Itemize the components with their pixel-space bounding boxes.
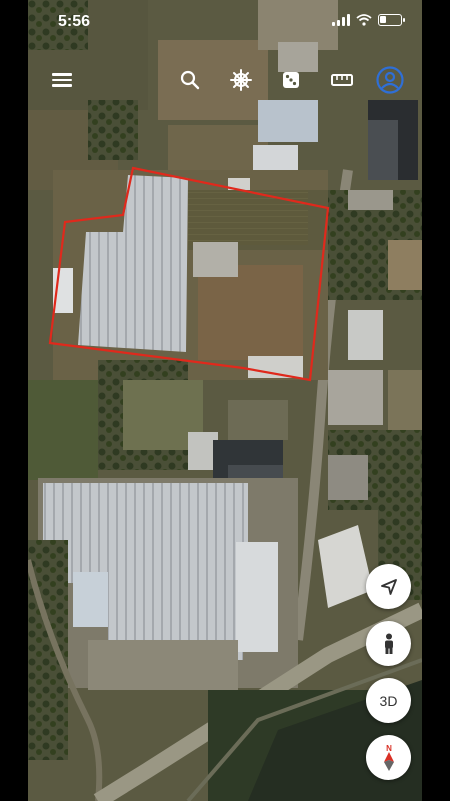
ship-wheel-icon[interactable] — [227, 66, 255, 94]
my-location-button[interactable] — [366, 564, 411, 609]
compass-button[interactable]: N — [366, 735, 411, 780]
tree-cluster — [88, 100, 138, 160]
street-view-button[interactable] — [366, 621, 411, 666]
field — [28, 380, 98, 480]
map-viewport[interactable]: 5:56 3D N — [28, 0, 422, 801]
battery-icon — [378, 14, 405, 26]
navigation-arrow-icon — [380, 578, 397, 595]
building-roof — [348, 190, 393, 210]
compass-icon: N — [383, 744, 394, 771]
status-time: 5:56 — [58, 13, 91, 30]
building-roof — [368, 120, 398, 180]
garden-plot — [188, 190, 308, 245]
building-roof — [348, 310, 383, 360]
view-3d-label: 3D — [379, 692, 398, 709]
building-roof — [328, 370, 383, 425]
field — [88, 640, 238, 690]
field — [388, 370, 422, 440]
field — [388, 240, 422, 290]
satellite-imagery[interactable] — [28, 0, 422, 801]
search-icon[interactable] — [176, 66, 204, 94]
building-roof — [328, 455, 368, 500]
wifi-icon — [356, 14, 372, 26]
greenhouse — [43, 483, 248, 583]
profile-icon[interactable] — [376, 66, 404, 94]
status-icons — [332, 14, 405, 26]
view-3d-button[interactable]: 3D — [366, 678, 411, 723]
field — [228, 400, 288, 440]
compass-north-label: N — [386, 744, 392, 753]
hamburger-menu-icon[interactable] — [48, 66, 76, 94]
dice-icon[interactable] — [277, 66, 305, 94]
cellular-signal-icon — [332, 14, 350, 26]
pegman-icon — [384, 633, 393, 654]
building-roof — [193, 242, 238, 277]
building-roof — [258, 100, 318, 142]
field — [198, 265, 303, 360]
building-roof — [236, 542, 278, 652]
ruler-icon[interactable] — [328, 66, 356, 94]
building-roof — [73, 572, 108, 627]
